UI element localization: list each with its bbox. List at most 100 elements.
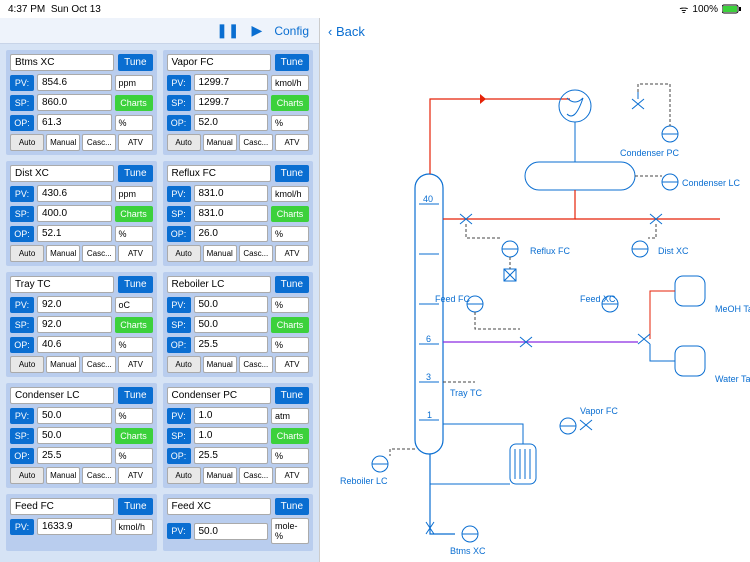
op-value[interactable]: 40.6	[37, 336, 112, 353]
mode-button[interactable]: Manual	[203, 245, 237, 262]
charts-button[interactable]: Charts	[271, 428, 309, 444]
mode-button[interactable]: ATV	[118, 467, 152, 484]
pv-value[interactable]: 92.0	[37, 296, 112, 313]
charts-button[interactable]: Charts	[271, 206, 309, 222]
tune-button[interactable]: Tune	[275, 165, 309, 182]
mode-button[interactable]: Manual	[46, 134, 80, 151]
controller-panel[interactable]: ❚❚ ▶ Config Btms XC Tune PV: 854.6 ppm S…	[0, 18, 320, 562]
tune-button[interactable]: Tune	[275, 276, 309, 293]
toolbar: ❚❚ ▶ Config	[0, 18, 319, 44]
tune-button[interactable]: Tune	[275, 498, 309, 515]
pv-value[interactable]: 854.6	[37, 74, 112, 91]
sp-value[interactable]: 1.0	[194, 427, 269, 444]
op-value[interactable]: 25.5	[194, 336, 269, 353]
status-right: ᯤ 100%	[679, 2, 742, 16]
charts-button[interactable]: Charts	[115, 206, 153, 222]
charts-button[interactable]: Charts	[271, 317, 309, 333]
pv-label: PV:	[10, 408, 34, 424]
mode-button[interactable]: Casc...	[239, 134, 273, 151]
mode-button[interactable]: Casc...	[82, 356, 116, 373]
op-value[interactable]: 61.3	[37, 114, 112, 131]
pause-button[interactable]: ❚❚	[216, 22, 239, 39]
sp-value[interactable]: 92.0	[37, 316, 112, 333]
charts-button[interactable]: Charts	[115, 317, 153, 333]
pv-value[interactable]: 50.0	[37, 407, 112, 424]
sp-value[interactable]: 860.0	[37, 94, 112, 111]
mode-button[interactable]: Manual	[46, 356, 80, 373]
mode-button[interactable]: Manual	[203, 356, 237, 373]
pv-value[interactable]: 430.6	[37, 185, 112, 202]
pv-unit: %	[271, 297, 309, 313]
op-label: OP:	[10, 448, 34, 464]
svg-text:Vapor FC: Vapor FC	[580, 406, 618, 416]
mode-button[interactable]: ATV	[275, 134, 309, 151]
mode-button[interactable]: Auto	[167, 467, 201, 484]
sp-label: SP:	[10, 317, 34, 333]
mode-button[interactable]: Manual	[46, 467, 80, 484]
mode-button[interactable]: Casc...	[239, 467, 273, 484]
tune-button[interactable]: Tune	[275, 54, 309, 71]
pv-value[interactable]: 1299.7	[194, 74, 269, 91]
mode-button[interactable]: Casc...	[239, 356, 273, 373]
pv-value[interactable]: 50.0	[194, 296, 269, 313]
mode-button[interactable]: Auto	[167, 356, 201, 373]
op-value[interactable]: 52.0	[194, 114, 269, 131]
tune-button[interactable]: Tune	[275, 387, 309, 404]
controller-card: Btms XC Tune PV: 854.6 ppm SP: 860.0 Cha…	[6, 50, 157, 155]
tune-button[interactable]: Tune	[118, 276, 152, 293]
svg-text:MeOH Tank: MeOH Tank	[715, 304, 750, 314]
mode-button[interactable]: Auto	[167, 134, 201, 151]
mode-button[interactable]: Auto	[10, 245, 44, 262]
mode-button[interactable]: Manual	[203, 467, 237, 484]
pv-value[interactable]: 1633.9	[37, 518, 112, 535]
mode-button[interactable]: Casc...	[82, 245, 116, 262]
mode-button[interactable]: Manual	[46, 245, 80, 262]
process-diagram[interactable]: 40 6 3 1 Condenser PC	[320, 44, 750, 562]
op-value[interactable]: 26.0	[194, 225, 269, 242]
mode-button[interactable]: Manual	[203, 134, 237, 151]
mode-button[interactable]: ATV	[118, 134, 152, 151]
back-button[interactable]: ‹ Back	[320, 18, 750, 44]
mode-button[interactable]: ATV	[118, 245, 152, 262]
tune-button[interactable]: Tune	[118, 54, 152, 71]
sp-value[interactable]: 1299.7	[194, 94, 269, 111]
sp-value[interactable]: 50.0	[37, 427, 112, 444]
op-unit: %	[271, 115, 309, 131]
pv-unit: ppm	[115, 75, 153, 91]
pv-value[interactable]: 831.0	[194, 185, 269, 202]
config-button[interactable]: Config	[274, 24, 309, 38]
pv-unit: kmol/h	[115, 519, 153, 535]
mode-button[interactable]: ATV	[118, 356, 152, 373]
op-value[interactable]: 25.5	[37, 447, 112, 464]
mode-button[interactable]: Casc...	[82, 134, 116, 151]
mode-button[interactable]: ATV	[275, 467, 309, 484]
tune-button[interactable]: Tune	[118, 165, 152, 182]
card-title: Reboiler LC	[167, 276, 271, 293]
mode-button[interactable]: ATV	[275, 245, 309, 262]
pv-value[interactable]: 50.0	[194, 523, 269, 540]
play-button[interactable]: ▶	[252, 22, 263, 39]
mode-button[interactable]: Auto	[167, 245, 201, 262]
tune-button[interactable]: Tune	[118, 498, 152, 515]
pv-unit: kmol/h	[271, 75, 309, 91]
op-value[interactable]: 52.1	[37, 225, 112, 242]
pv-label: PV:	[167, 523, 191, 539]
mode-button[interactable]: Casc...	[82, 467, 116, 484]
mode-button[interactable]: Auto	[10, 356, 44, 373]
svg-text:Tray TC: Tray TC	[450, 388, 483, 398]
pv-unit: ppm	[115, 186, 153, 202]
sp-value[interactable]: 831.0	[194, 205, 269, 222]
charts-button[interactable]: Charts	[115, 428, 153, 444]
op-value[interactable]: 25.5	[194, 447, 269, 464]
charts-button[interactable]: Charts	[271, 95, 309, 111]
mode-button[interactable]: Auto	[10, 467, 44, 484]
charts-button[interactable]: Charts	[115, 95, 153, 111]
tune-button[interactable]: Tune	[118, 387, 152, 404]
sp-value[interactable]: 50.0	[194, 316, 269, 333]
sp-value[interactable]: 400.0	[37, 205, 112, 222]
pv-value[interactable]: 1.0	[194, 407, 269, 424]
svg-text:Reflux FC: Reflux FC	[530, 246, 571, 256]
mode-button[interactable]: ATV	[275, 356, 309, 373]
mode-button[interactable]: Casc...	[239, 245, 273, 262]
mode-button[interactable]: Auto	[10, 134, 44, 151]
